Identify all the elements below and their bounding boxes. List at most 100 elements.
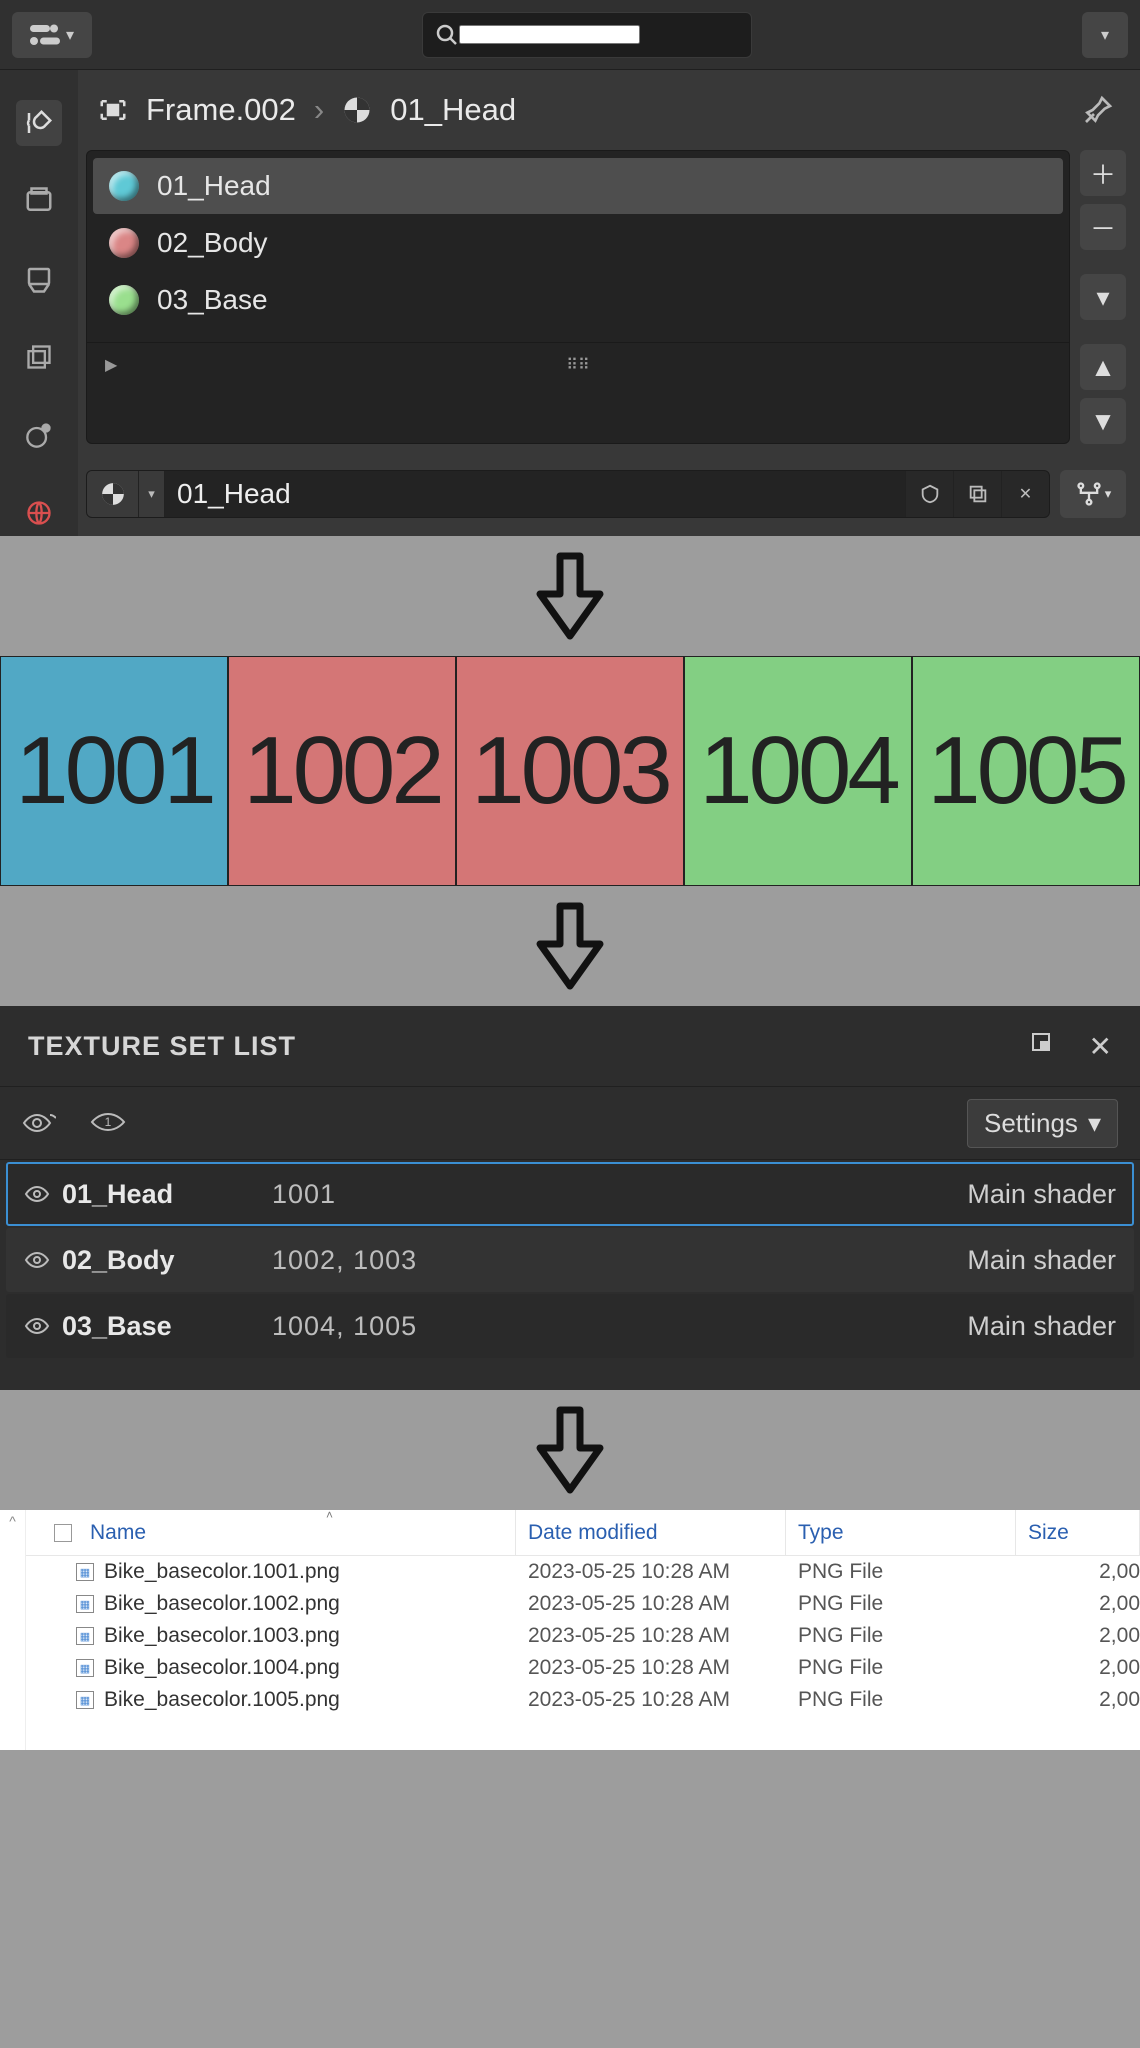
tab-material[interactable] — [16, 412, 62, 458]
drag-handle-icon[interactable]: ⠿⠿ — [566, 355, 589, 375]
texture-set-row[interactable]: 01_Head 1001 Main shader — [6, 1162, 1134, 1226]
material-browse-chevron[interactable]: ▾ — [139, 471, 165, 517]
duplicate-material-button[interactable] — [953, 471, 1001, 517]
properties-tab-sidebar — [0, 70, 78, 536]
visibility-icon[interactable] — [24, 1316, 54, 1336]
file-name: Bike_basecolor.1005.png — [104, 1688, 340, 1712]
visibility-icon[interactable] — [24, 1250, 54, 1270]
texture-set-name: 02_Body — [62, 1245, 272, 1276]
fake-user-toggle[interactable] — [905, 471, 953, 517]
file-row[interactable]: ▦Bike_basecolor.1002.png 2023-05-25 10:2… — [26, 1588, 1140, 1620]
node-tree-button[interactable]: ▾ — [1060, 470, 1126, 518]
chevron-down-icon: ▾ — [1105, 486, 1112, 502]
visibility-single-icon[interactable]: 1 — [90, 1109, 126, 1137]
file-name: Bike_basecolor.1004.png — [104, 1656, 340, 1680]
tab-tool[interactable] — [16, 100, 62, 146]
file-size: 2,00 — [1016, 1688, 1140, 1712]
options-dropdown[interactable]: ▾ — [1082, 12, 1128, 58]
tab-output[interactable] — [16, 256, 62, 302]
svg-text:1: 1 — [105, 1115, 112, 1129]
file-date: 2023-05-25 10:28 AM — [516, 1592, 786, 1616]
material-browse-icon[interactable] — [87, 471, 139, 517]
texture-set-shader[interactable]: Main shader — [967, 1179, 1116, 1210]
udim-tile-strip: 10011002100310041005 — [0, 656, 1140, 886]
column-name[interactable]: Name — [26, 1510, 516, 1555]
file-row[interactable]: ▦Bike_basecolor.1001.png 2023-05-25 10:2… — [26, 1556, 1140, 1588]
unlink-material-button[interactable]: ✕ — [1001, 471, 1049, 517]
file-name: Bike_basecolor.1002.png — [104, 1592, 340, 1616]
visibility-all-icon[interactable] — [22, 1109, 56, 1137]
file-date: 2023-05-25 10:28 AM — [516, 1688, 786, 1712]
file-date: 2023-05-25 10:28 AM — [516, 1656, 786, 1680]
material-slot-list[interactable]: 01_Head 02_Body 03_Base ▶ ⠿⠿ — [86, 150, 1070, 444]
column-date[interactable]: Date modified — [516, 1510, 786, 1555]
breadcrumb-frame[interactable]: Frame.002 — [146, 92, 296, 128]
texture-set-row[interactable]: 02_Body 1002, 1003 Main shader — [6, 1228, 1134, 1292]
chevron-down-icon: ▾ — [1088, 1108, 1101, 1139]
breadcrumb-item[interactable]: 01_Head — [390, 92, 516, 128]
undock-icon[interactable] — [1029, 1030, 1053, 1063]
file-size: 2,00 — [1016, 1656, 1140, 1680]
file-row[interactable]: ▦ Bike_basecolor.1005.png 2023-05-25 10:2… — [26, 1684, 1140, 1716]
material-slot-label: 03_Base — [157, 284, 268, 316]
frame-icon — [98, 95, 128, 125]
material-slot-label: 01_Head — [157, 170, 271, 202]
material-slot-label: 02_Body — [157, 227, 268, 259]
texture-set-name: 01_Head — [62, 1179, 272, 1210]
material-main: Frame.002 › 01_Head 01_Head 02_Body 03_B… — [78, 70, 1140, 536]
texture-set-shader[interactable]: Main shader — [967, 1311, 1116, 1342]
image-file-icon: ▦ — [76, 1563, 94, 1581]
play-icon[interactable]: ▶ — [105, 355, 117, 375]
file-row[interactable]: ▦Bike_basecolor.1003.png 2023-05-25 10:2… — [26, 1620, 1140, 1652]
properties-topbar: ▾ ▾ — [0, 0, 1140, 70]
file-name: Bike_basecolor.1001.png — [104, 1560, 340, 1584]
explorer-tree-collapse[interactable]: ^ — [0, 1510, 26, 1750]
file-size: 2,00 — [1016, 1592, 1140, 1616]
material-slot[interactable]: 01_Head — [93, 158, 1063, 214]
texture-set-shader[interactable]: Main shader — [967, 1245, 1116, 1276]
texture-set-row[interactable]: 03_Base 1004, 1005 Main shader — [6, 1294, 1134, 1358]
move-slot-down[interactable]: ▼ — [1080, 398, 1126, 444]
file-type: PNG File — [786, 1656, 1016, 1680]
texture-set-udims: 1001 — [272, 1179, 967, 1210]
pin-icon[interactable] — [1082, 94, 1114, 126]
material-name-input[interactable] — [165, 471, 905, 517]
slot-specials-menu[interactable]: ▾ — [1080, 274, 1126, 320]
add-slot-button[interactable]: ＋ — [1080, 150, 1126, 196]
settings-dropdown[interactable]: Settings ▾ — [967, 1099, 1118, 1148]
image-file-icon: ▦ — [76, 1691, 94, 1709]
file-type: PNG File — [786, 1624, 1016, 1648]
column-size[interactable]: Size — [1016, 1510, 1140, 1555]
udim-tile: 1002 — [228, 656, 456, 886]
display-mode-switch[interactable]: ▾ — [12, 12, 92, 58]
udim-tile: 1004 — [684, 656, 912, 886]
texture-set-list-panel: TEXTURE SET LIST ✕ 1 Settings ▾ 01_Head … — [0, 1006, 1140, 1390]
texture-set-name: 03_Base — [62, 1311, 272, 1342]
search-input[interactable] — [459, 25, 640, 44]
material-icon — [342, 95, 372, 125]
properties-search[interactable] — [422, 12, 752, 58]
image-file-icon: ▦ — [76, 1659, 94, 1677]
material-slot[interactable]: 02_Body — [93, 215, 1063, 271]
file-type: PNG File — [786, 1688, 1016, 1712]
material-slot[interactable]: 03_Base — [93, 272, 1063, 328]
material-properties-panel: ▾ ▾ Frame.002 › 01_Head — [0, 0, 1140, 536]
texture-set-udims: 1002, 1003 — [272, 1245, 967, 1276]
tab-render[interactable] — [16, 178, 62, 224]
file-type: PNG File — [786, 1560, 1016, 1584]
flow-arrow-2 — [0, 886, 1140, 1006]
file-row[interactable]: ▦ Bike_basecolor.1004.png 2023-05-25 10:2… — [26, 1652, 1140, 1684]
panel-title: TEXTURE SET LIST — [28, 1031, 296, 1062]
file-name: Bike_basecolor.1003.png — [104, 1624, 340, 1648]
remove-slot-button[interactable]: － — [1080, 204, 1126, 250]
select-all-checkbox[interactable] — [54, 1524, 72, 1542]
visibility-icon[interactable] — [24, 1184, 54, 1204]
close-icon[interactable]: ✕ — [1089, 1030, 1112, 1063]
udim-tile: 1003 — [456, 656, 684, 886]
tab-viewlayer[interactable] — [16, 334, 62, 380]
file-list-header: ˄ Name Date modified Type Size — [26, 1510, 1140, 1556]
tab-world[interactable] — [16, 490, 62, 536]
move-slot-up[interactable]: ▲ — [1080, 344, 1126, 390]
column-type[interactable]: Type — [786, 1510, 1016, 1555]
material-list-side-buttons: ＋ － ▾ ▲ ▼ — [1080, 150, 1126, 444]
